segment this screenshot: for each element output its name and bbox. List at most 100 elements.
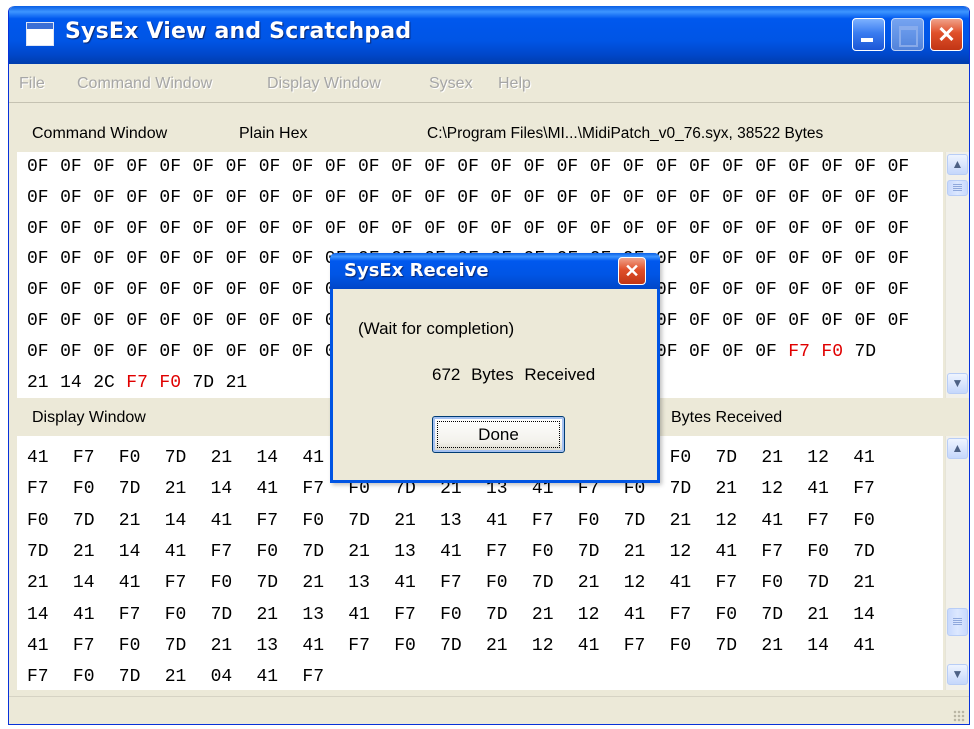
hex-byte: 12 (807, 448, 829, 468)
menu-sysex[interactable]: Sysex (429, 75, 473, 93)
hex-byte: 0F (887, 218, 910, 239)
hex-byte: 0F (258, 341, 281, 362)
hex-byte: F0 (761, 573, 783, 594)
hex-byte: 7D (623, 510, 646, 531)
hex-byte: 41 (164, 541, 187, 562)
resize-grip-icon[interactable] (953, 710, 965, 722)
hex-byte: 0F (324, 187, 347, 208)
hex-byte: F7 (531, 510, 554, 531)
hex-byte: 7D (72, 510, 95, 531)
hex-byte: 0F (821, 218, 843, 239)
hex-byte: 0F (93, 341, 115, 362)
hex-byte: 21 (761, 448, 783, 468)
hex-byte: 0F (192, 218, 215, 239)
command-scroll-thumb[interactable] (947, 180, 968, 196)
dialog-close-button[interactable]: ✕ (618, 257, 646, 285)
hex-byte: 21 (27, 573, 49, 594)
hex-byte: F0 (210, 573, 233, 594)
hex-byte: 0F (291, 218, 314, 239)
hex-byte: 41 (623, 604, 646, 625)
command-scrollbar[interactable]: ▲ ▼ (945, 152, 969, 398)
hex-byte: 0F (788, 218, 810, 239)
hex-byte: 0F (755, 218, 777, 239)
hex-byte: 0F (225, 218, 248, 239)
hex-byte: 0F (93, 157, 115, 177)
hex-byte: 0F (821, 280, 843, 301)
hex-byte: 12 (577, 604, 600, 625)
command-scroll-up-button[interactable]: ▲ (947, 154, 968, 175)
hex-byte: F7 (394, 604, 416, 625)
hex-byte: 0F (391, 157, 413, 177)
display-scroll-down-button[interactable]: ▼ (947, 664, 968, 685)
hex-byte: 0F (93, 187, 115, 208)
menu-display-window[interactable]: Display Window (267, 75, 381, 93)
hex-byte: 0F (788, 280, 810, 301)
close-button[interactable]: ✕ (930, 18, 963, 51)
hex-byte: 21 (577, 573, 600, 594)
hex-byte: 0F (258, 311, 281, 331)
title-bar[interactable]: SysEx View and Scratchpad ✕ (9, 6, 969, 64)
hex-byte: F7 (807, 510, 829, 531)
hex-byte: 0F (358, 187, 380, 208)
hex-byte: 0F (159, 218, 181, 239)
maximize-button[interactable] (891, 18, 924, 51)
hex-byte: 12 (761, 479, 783, 500)
chevron-down-icon: ▼ (951, 376, 964, 390)
hex-byte: 0F (788, 157, 810, 177)
hex-byte: 14 (27, 604, 49, 625)
menu-file[interactable]: File (19, 75, 45, 93)
hex-byte: F0 (440, 604, 462, 625)
hex-byte: 14 (60, 372, 82, 393)
hex-byte: F7 (302, 667, 324, 688)
hex-byte: F7 (623, 635, 646, 656)
dialog-title-bar[interactable]: SysEx Receive ✕ (330, 253, 660, 289)
hex-byte: 0F (722, 187, 744, 208)
hex-byte: F0 (159, 372, 181, 393)
hex-byte: 21 (807, 604, 829, 625)
hex-byte: 12 (669, 541, 692, 562)
hex-byte: 0F (126, 218, 148, 239)
hex-byte: 7D (192, 372, 215, 393)
display-scroll-up-button[interactable]: ▲ (947, 438, 968, 459)
hex-byte: 41 (761, 510, 783, 531)
menu-command-window[interactable]: Command Window (77, 75, 212, 93)
display-panel-label: Display Window (32, 409, 146, 426)
status-bar (9, 696, 969, 724)
hex-byte: 41 (72, 604, 95, 625)
hex-byte: 0F (258, 157, 281, 177)
hex-byte: F7 (72, 635, 95, 656)
hex-byte: 7D (164, 448, 187, 468)
hex-byte: F0 (118, 448, 141, 468)
hex-byte: 0F (424, 218, 446, 239)
hex-byte: 0F (225, 280, 248, 301)
hex-byte: 0F (821, 157, 843, 177)
hex-byte: 0F (60, 157, 82, 177)
done-button[interactable]: Done (432, 416, 565, 453)
hex-byte: 0F (788, 311, 810, 331)
hex-byte: 0F (556, 157, 579, 177)
hex-byte: 0F (93, 311, 115, 331)
hex-byte: 0F (755, 311, 777, 331)
close-icon: ✕ (624, 261, 640, 281)
hex-byte: 7D (118, 667, 141, 688)
display-scroll-thumb[interactable] (947, 608, 968, 636)
hex-byte: 0F (225, 341, 248, 362)
hex-byte: 0F (225, 187, 248, 208)
hex-byte: 2C (93, 372, 115, 393)
hex-byte: 21 (348, 541, 370, 562)
minimize-button[interactable] (852, 18, 885, 51)
menu-help[interactable]: Help (498, 75, 531, 93)
command-scroll-down-button[interactable]: ▼ (947, 373, 968, 394)
hex-byte: F0 (72, 479, 95, 500)
hex-byte: 7D (440, 635, 462, 656)
hex-byte: 0F (159, 311, 181, 331)
hex-byte: 0F (655, 157, 678, 177)
close-icon: ✕ (937, 22, 956, 47)
hex-byte: 7D (853, 541, 875, 562)
display-scrollbar[interactable]: ▲ ▼ (945, 436, 969, 690)
hex-byte: 0F (159, 280, 181, 301)
hex-byte: 41 (669, 573, 692, 594)
hex-byte: 0F (126, 157, 148, 177)
hex-byte: 13 (440, 510, 462, 531)
hex-byte: F0 (531, 541, 554, 562)
